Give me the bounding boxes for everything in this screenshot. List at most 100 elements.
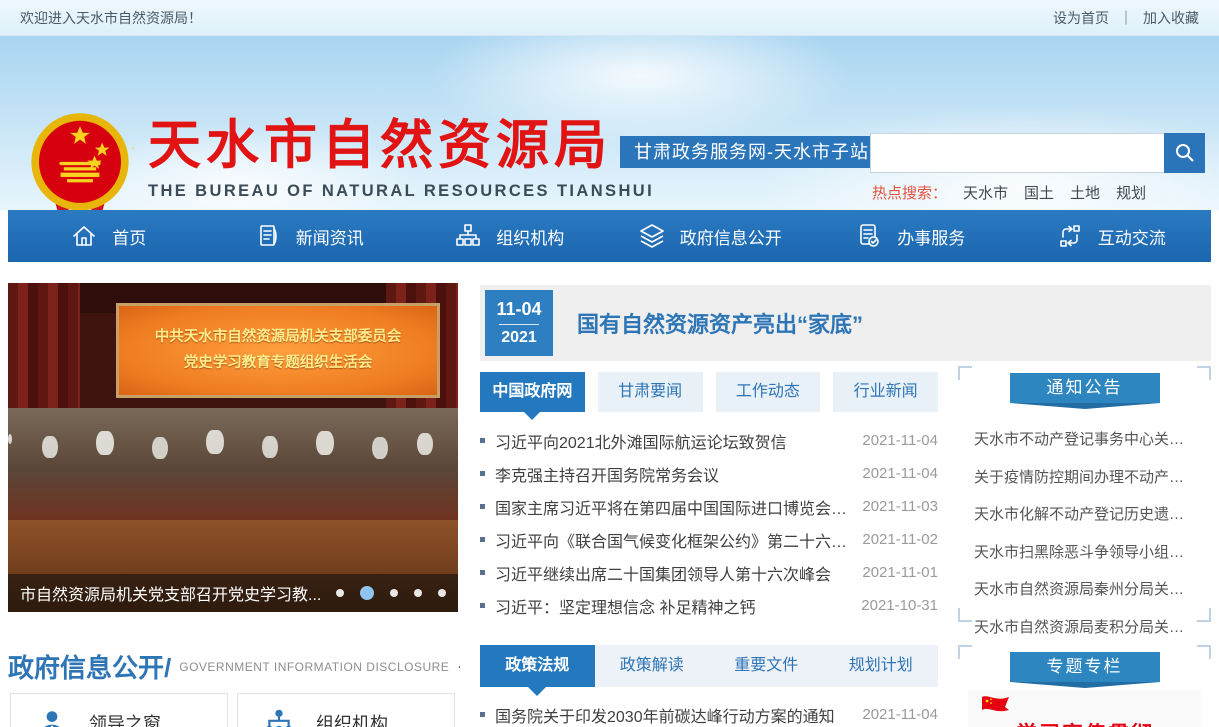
news-row[interactable]: 习近平向2021北外滩国际航运论坛致贺信 2021-11-04 [480, 424, 938, 457]
news-list: 习近平向2021北外滩国际航运论坛致贺信 2021-11-04 李克强主持召开国… [480, 424, 938, 622]
tab-policy-interpretation[interactable]: 政策解读 [595, 645, 710, 687]
page: 欢迎进入天水市自然资源局！ 设为首页 ｜ 加入收藏 [0, 0, 1219, 727]
policy-tabs: 政策法规 政策解读 重要文件 规划计划 [480, 645, 938, 687]
nav-item-home[interactable]: 首页 [8, 210, 209, 262]
panel-corner [958, 366, 972, 380]
news-row[interactable]: 国家主席习近平将在第四届中国国际进口博览会开幕... 2021-11-03 [480, 490, 938, 523]
panel-corner [1197, 366, 1211, 380]
notice-item[interactable]: 天水市化解不动产登记历史遗留... [974, 496, 1195, 534]
hot-link-guotu[interactable]: 国土 [1024, 182, 1054, 203]
nav-label: 办事服务 [897, 224, 965, 249]
carousel-dot-1[interactable] [336, 589, 344, 597]
news-date: 2021-11-01 [862, 564, 938, 581]
tab-policy-regulations[interactable]: 政策法规 [480, 645, 595, 687]
carousel-caption[interactable]: 市自然资源局机关党支部召开党史学习教... [20, 581, 326, 605]
notice-item[interactable]: 天水市自然资源局麦积分局关于... [974, 609, 1195, 647]
special-banner-text: 学习宣传贯彻 [1016, 718, 1154, 727]
carousel-dot-4[interactable] [414, 589, 422, 597]
nav-label: 政府信息公开 [680, 224, 782, 249]
bullet-square-icon [480, 504, 485, 509]
news-date: 2021-11-03 [862, 498, 938, 515]
card-organization[interactable]: 组织机构 [237, 693, 455, 727]
tab-important-documents[interactable]: 重要文件 [709, 645, 824, 687]
hot-search-row: 热点搜索： 天水市 国土 土地 规划 [872, 182, 1207, 203]
hot-search-label: 热点搜索： [872, 182, 947, 203]
hot-link-tudi[interactable]: 土地 [1070, 182, 1100, 203]
carousel-dot-3[interactable] [390, 589, 398, 597]
news-row[interactable]: 习近平：坚定理想信念 补足精神之钙 2021-10-31 [480, 589, 938, 622]
search-box [870, 133, 1205, 173]
gansu-portal-button[interactable]: 甘肃政务服务网-天水市子站 [620, 136, 883, 168]
topbar-divider: ｜ [1119, 8, 1133, 28]
carousel-dots [336, 586, 446, 600]
notice-list: 天水市不动产登记事务中心关于... 关于疫情防控期间办理不动产登... 天水市化… [974, 421, 1195, 646]
notice-item[interactable]: 天水市扫黑除恶斗争领导小组办... [974, 534, 1195, 572]
nav-item-info-disclosure[interactable]: 政府信息公开 [610, 210, 811, 262]
nav-item-interaction[interactable]: 互动交流 [1011, 210, 1212, 262]
bullet-square-icon [480, 570, 485, 575]
news-title[interactable]: 国家主席习近平将在第四届中国国际进口博览会开幕... [495, 495, 850, 519]
photo-banner-line2: 党史学习教育专题组织生活会 [184, 350, 373, 376]
panel-corner [958, 608, 972, 622]
special-banner[interactable]: 学习宣传贯彻 [968, 690, 1201, 727]
top-utility-bar: 欢迎进入天水市自然资源局！ 设为首页 ｜ 加入收藏 [0, 0, 1219, 36]
news-date: 2021-11-04 [862, 432, 938, 449]
nav-item-news[interactable]: 新闻资讯 [209, 210, 410, 262]
search-input[interactable] [870, 133, 1164, 173]
news-title[interactable]: 国务院关于印发2030年前碳达峰行动方案的通知 [495, 703, 850, 727]
date-divider [499, 324, 539, 325]
site-title: 天水市自然资源局 [148, 118, 654, 174]
hot-link-tianshui[interactable]: 天水市 [963, 182, 1008, 203]
card-label: 组织机构 [316, 710, 388, 727]
photo-banner-line1: 中共天水市自然资源局机关支部委员会 [155, 324, 402, 350]
featured-date-year: 2021 [501, 329, 537, 347]
set-home-link[interactable]: 设为首页 [1053, 8, 1109, 28]
tab-china-gov[interactable]: 中国政府网 [480, 372, 585, 412]
add-favorite-link[interactable]: 加入收藏 [1143, 8, 1199, 28]
photo-carousel[interactable]: 中共天水市自然资源局机关支部委员会 党史学习教育专题组织生活会 市自然资源局机关… [8, 283, 458, 612]
news-date: 2021-11-04 [862, 465, 938, 482]
news-title[interactable]: 习近平继续出席二十国集团领导人第十六次峰会 [495, 561, 850, 585]
tab-planning[interactable]: 规划计划 [824, 645, 939, 687]
notice-item[interactable]: 天水市不动产登记事务中心关于... [974, 421, 1195, 459]
panel-corner [958, 645, 972, 659]
panel-corner [1197, 608, 1211, 622]
news-row[interactable]: 习近平向《联合国气候变化框架公约》第二十六次缔... 2021-11-02 [480, 523, 938, 556]
search-icon [1174, 142, 1196, 164]
news-icon [254, 222, 282, 250]
nav-item-organization[interactable]: 组织机构 [409, 210, 610, 262]
main-nav: 首页 新闻资讯 组织机构 政府信息公开 办事服务 [8, 210, 1211, 262]
news-date: 2021-11-02 [862, 531, 938, 548]
notice-panel-title[interactable]: 通知公告 [1010, 373, 1160, 403]
carousel-dot-5[interactable] [438, 589, 446, 597]
news-title[interactable]: 李克强主持召开国务院常务会议 [495, 462, 850, 486]
news-title[interactable]: 习近平：坚定理想信念 补足精神之钙 [495, 594, 849, 618]
hot-link-guihua[interactable]: 规划 [1116, 182, 1146, 203]
special-panel-title[interactable]: 专题专栏 [1010, 652, 1160, 682]
nav-label: 首页 [112, 224, 146, 249]
national-emblem-icon [26, 110, 134, 210]
featured-title-link[interactable]: 国有自然资源资产亮出“家底” [577, 307, 863, 339]
card-leader-window[interactable]: 领导之窗 [10, 693, 228, 727]
news-row[interactable]: 习近平继续出席二十国集团领导人第十六次峰会 2021-11-01 [480, 556, 938, 589]
welcome-text: 欢迎进入天水市自然资源局！ [20, 8, 202, 28]
site-header: 天水市自然资源局 THE BUREAU OF NATURAL RESOURCES… [0, 36, 1219, 210]
news-row[interactable]: 李克强主持召开国务院常务会议 2021-11-04 [480, 457, 938, 490]
tab-industry-news[interactable]: 行业新闻 [833, 372, 938, 412]
search-button[interactable] [1164, 133, 1205, 173]
bullet-square-icon [480, 537, 485, 542]
news-title[interactable]: 习近平向《联合国气候变化框架公约》第二十六次缔... [495, 528, 850, 552]
nav-item-services[interactable]: 办事服务 [810, 210, 1011, 262]
tab-gansu-news[interactable]: 甘肃要闻 [598, 372, 703, 412]
special-topics-panel: 专题专栏 学习宣传贯彻 [958, 645, 1211, 727]
home-icon [70, 222, 98, 250]
disclosure-section-header: 政府信息公开/ GOVERNMENT INFORMATION DISCLOSUR… [8, 648, 460, 685]
carousel-dot-2[interactable] [360, 586, 374, 600]
news-title[interactable]: 习近平向2021北外滩国际航运论坛致贺信 [495, 429, 850, 453]
notice-item[interactable]: 天水市自然资源局秦州分局关于... [974, 571, 1195, 609]
policy-news-row[interactable]: 国务院关于印发2030年前碳达峰行动方案的通知 2021-11-04 [480, 698, 938, 727]
photo-meeting-scene [8, 408, 458, 520]
notice-item[interactable]: 关于疫情防控期间办理不动产登... [974, 459, 1195, 497]
tab-work-dynamics[interactable]: 工作动态 [716, 372, 821, 412]
panel-corner [1197, 645, 1211, 659]
